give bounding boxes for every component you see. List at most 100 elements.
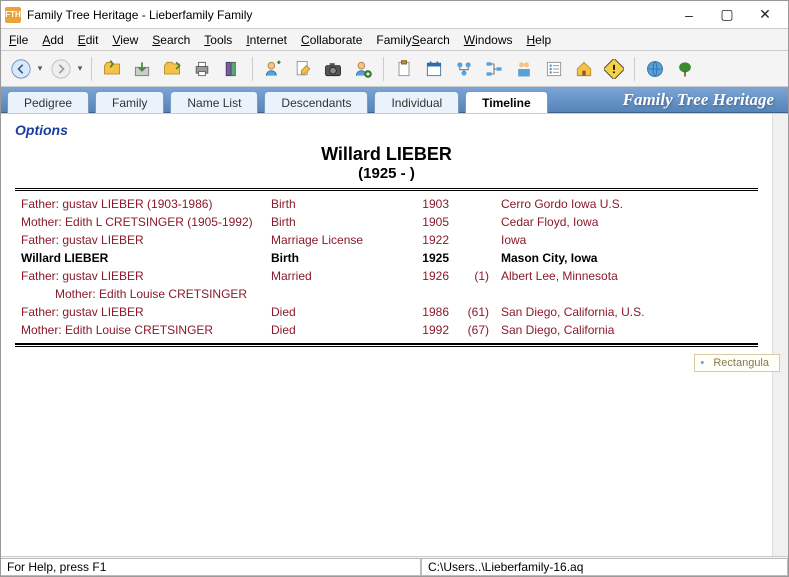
relationship-button[interactable] <box>450 55 478 83</box>
menu-edit[interactable]: Edit <box>78 33 99 47</box>
tab-descendants[interactable]: Descendants <box>264 91 368 113</box>
tab-pedigree[interactable]: Pedigree <box>7 91 89 113</box>
calendar-button[interactable] <box>420 55 448 83</box>
cell-year: 1986 <box>395 303 455 321</box>
timeline-row[interactable]: Willard LIEBERBirth1925Mason City, Iowa <box>15 249 758 267</box>
cell-place: San Diego, California, U.S. <box>495 303 758 321</box>
cell-year: 1922 <box>395 231 455 249</box>
cell-person: Mother: Edith Louise CRETSINGER <box>15 321 265 339</box>
camera-button[interactable] <box>319 55 347 83</box>
maximize-button[interactable]: ▢ <box>708 4 746 26</box>
cell-age <box>455 249 495 267</box>
books-button[interactable] <box>218 55 246 83</box>
tab-timeline[interactable]: Timeline <box>465 91 547 113</box>
family-view-button[interactable] <box>510 55 538 83</box>
cell-age <box>455 231 495 249</box>
cell-age: (67) <box>455 321 495 339</box>
statusbar: For Help, press F1 C:\Users..\Lieberfami… <box>1 556 788 576</box>
cell-person: Father: gustav LIEBER <box>15 303 265 321</box>
person-name: Willard LIEBER <box>15 144 758 165</box>
edit-note-button[interactable] <box>289 55 317 83</box>
forward-dropdown[interactable]: ▾ <box>75 63 85 74</box>
cell-age <box>455 195 495 213</box>
timeline-row[interactable]: Father: gustav LIEBERMarriage License192… <box>15 231 758 249</box>
cell-age: (61) <box>455 303 495 321</box>
menu-view[interactable]: View <box>112 33 138 47</box>
vertical-scrollbar[interactable] <box>772 114 788 556</box>
clipboard-button[interactable] <box>390 55 418 83</box>
timeline-row[interactable]: Father: gustav LIEBERDied1986(61)San Die… <box>15 303 758 321</box>
cell-person: Willard LIEBER <box>15 249 265 267</box>
menu-search[interactable]: Search <box>152 33 190 47</box>
menubar: File Add Edit View Search Tools Internet… <box>1 29 788 51</box>
window-title: Family Tree Heritage - Lieberfamily Fami… <box>27 8 670 22</box>
app-icon: FTH <box>5 7 21 23</box>
divider <box>15 188 758 191</box>
close-button[interactable]: ✕ <box>746 4 784 26</box>
cell-place: Cedar Floyd, Iowa <box>495 213 758 231</box>
options-link[interactable]: Options <box>15 122 758 138</box>
add-person-button[interactable] <box>259 55 287 83</box>
menu-windows[interactable]: Windows <box>464 33 513 47</box>
timeline-row[interactable]: Father: gustav LIEBERMarried1926(1)Alber… <box>15 267 758 285</box>
tab-family[interactable]: Family <box>95 91 164 113</box>
globe-button[interactable] <box>641 55 669 83</box>
home-button[interactable] <box>570 55 598 83</box>
cell-event: Birth <box>265 195 395 213</box>
person-lifespan: (1925 - ) <box>15 165 758 182</box>
status-file-path: C:\Users..\Lieberfamily-16.aq <box>421 558 788 576</box>
cell-place: Cerro Gordo Iowa U.S. <box>495 195 758 213</box>
person-header: Willard LIEBER (1925 - ) <box>15 144 758 182</box>
warning-sign-button[interactable] <box>600 55 628 83</box>
cell-person: Father: gustav LIEBER <box>15 231 265 249</box>
cell-person: Mother: Edith L CRETSINGER (1905-1992) <box>15 213 265 231</box>
menu-tools[interactable]: Tools <box>204 33 232 47</box>
brand-text: Family Tree Heritage <box>623 87 788 112</box>
tree-logo-button[interactable] <box>671 55 699 83</box>
open-file-button[interactable] <box>98 55 126 83</box>
cell-place: Iowa <box>495 231 758 249</box>
content-area: Options Willard LIEBER (1925 - ) Father:… <box>1 113 788 556</box>
cell-person-sub: Mother: Edith Louise CRETSINGER <box>15 285 265 303</box>
cell-person: Father: gustav LIEBER (1903-1986) <box>15 195 265 213</box>
toolbar: ▾ ▾ <box>1 51 788 87</box>
print-button[interactable] <box>188 55 216 83</box>
back-button[interactable] <box>7 55 35 83</box>
rectangular-hint: Rectangula <box>694 354 780 372</box>
tab-strip: Pedigree Family Name List Descendants In… <box>1 87 788 113</box>
back-dropdown[interactable]: ▾ <box>35 63 45 74</box>
menu-familysearch[interactable]: FamilySearch <box>376 33 449 47</box>
cell-event: Married <box>265 267 395 285</box>
tab-name-list[interactable]: Name List <box>170 91 258 113</box>
cell-event: Died <box>265 303 395 321</box>
cell-event: Birth <box>265 213 395 231</box>
timeline-row[interactable]: Mother: Edith L CRETSINGER (1905-1992)Bi… <box>15 213 758 231</box>
timeline-row-sub: Mother: Edith Louise CRETSINGER <box>15 285 758 303</box>
cell-age: (1) <box>455 267 495 285</box>
name-list-button[interactable] <box>540 55 568 83</box>
cell-person: Father: gustav LIEBER <box>15 267 265 285</box>
menu-file[interactable]: File <box>9 33 28 47</box>
separator <box>634 57 635 81</box>
timeline-table: Father: gustav LIEBER (1903-1986)Birth19… <box>15 195 758 339</box>
timeline-row[interactable]: Mother: Edith Louise CRETSINGERDied1992(… <box>15 321 758 339</box>
add-child-button[interactable] <box>349 55 377 83</box>
menu-help[interactable]: Help <box>526 33 551 47</box>
cell-year: 1926 <box>395 267 455 285</box>
forward-button[interactable] <box>47 55 75 83</box>
status-help-text: For Help, press F1 <box>1 558 421 576</box>
export-button[interactable] <box>158 55 186 83</box>
save-button[interactable] <box>128 55 156 83</box>
cell-age <box>455 213 495 231</box>
cell-event: Marriage License <box>265 231 395 249</box>
cell-year: 1903 <box>395 195 455 213</box>
cell-year: 1905 <box>395 213 455 231</box>
tab-individual[interactable]: Individual <box>374 91 459 113</box>
minimize-button[interactable]: – <box>670 4 708 26</box>
menu-add[interactable]: Add <box>42 33 63 47</box>
divider <box>15 343 758 347</box>
timeline-row[interactable]: Father: gustav LIEBER (1903-1986)Birth19… <box>15 195 758 213</box>
menu-collaborate[interactable]: Collaborate <box>301 33 362 47</box>
menu-internet[interactable]: Internet <box>246 33 287 47</box>
pedigree-chart-button[interactable] <box>480 55 508 83</box>
